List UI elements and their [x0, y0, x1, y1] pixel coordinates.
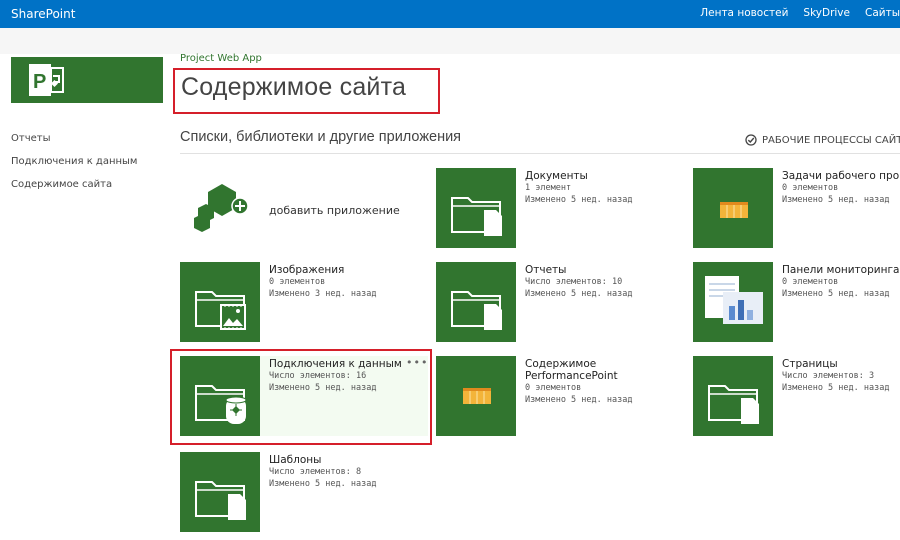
document-library-icon: [693, 356, 773, 436]
ribbon-bar: [0, 28, 900, 54]
nav-item-reports[interactable]: Отчеты: [11, 133, 137, 156]
tile-modified: Изменено 5 нед. назад: [525, 395, 633, 405]
sites-link[interactable]: Сайты: [865, 7, 900, 19]
tile-name: Изображения: [269, 264, 345, 276]
document-library-icon: [436, 262, 516, 342]
tile-name: Задачи рабочего процесса: [782, 170, 900, 182]
title-highlight-box: [173, 68, 440, 114]
data-connections-highlight-box: [170, 349, 432, 445]
suite-bar: SharePoint Лента новостей SkyDrive Сайты: [0, 0, 900, 28]
document-library-icon: [436, 168, 516, 248]
document-library-icon: [180, 452, 260, 532]
section-divider: [180, 153, 900, 154]
tile-performancepoint-content[interactable]: Содержимое PerformancePoint 0 элементов …: [436, 356, 676, 436]
tile-count: 0 элементов: [782, 277, 839, 287]
project-logo-icon: P: [29, 64, 64, 96]
tile-count: Число элементов: 8: [269, 467, 362, 477]
nav-item-data-connections[interactable]: Подключения к данным: [11, 156, 137, 179]
tile-count: 0 элементов: [269, 277, 326, 287]
tile-modified: Изменено 5 нед. назад: [782, 289, 890, 299]
tile-name: Отчеты: [525, 264, 567, 276]
tile-count: Число элементов: 10: [525, 277, 623, 287]
tile-modified: Изменено 5 нед. назад: [525, 195, 633, 205]
add-app-icon: [194, 184, 249, 232]
tile-templates[interactable]: Шаблоны Число элементов: 8 Изменено 5 не…: [180, 452, 420, 532]
add-app-tile[interactable]: добавить приложение: [180, 170, 420, 250]
quick-launch: Отчеты Подключения к данным Содержимое с…: [11, 133, 137, 202]
tile-count: 1 элемент: [525, 183, 572, 193]
tile-name: Документы: [525, 170, 588, 182]
tile-count: 0 элементов: [525, 383, 582, 393]
nav-item-site-contents[interactable]: Содержимое сайта: [11, 179, 137, 202]
tile-modified: Изменено 5 нед. назад: [782, 195, 890, 205]
sharepoint-brand[interactable]: SharePoint: [11, 7, 75, 21]
add-app-label: добавить приложение: [269, 204, 400, 217]
tile-name: Содержимое PerformancePoint: [525, 358, 618, 382]
newsfeed-link[interactable]: Лента новостей: [700, 7, 788, 19]
svg-text:P: P: [33, 71, 46, 93]
task-list-icon: [693, 168, 773, 248]
tile-reports[interactable]: Отчеты Число элементов: 10 Изменено 5 не…: [436, 262, 676, 342]
site-workflows-link[interactable]: РАБОЧИЕ ПРОЦЕССЫ САЙТА: [745, 134, 900, 146]
list-icon: [436, 356, 516, 436]
section-title: Списки, библиотеки и другие приложения: [180, 129, 462, 145]
site-logo[interactable]: P: [11, 57, 163, 103]
tile-modified: Изменено 5 нед. назад: [782, 383, 890, 393]
tile-modified: Изменено 5 нед. назад: [525, 289, 633, 299]
site-name-link[interactable]: Project Web App: [180, 53, 262, 64]
tile-count: 0 элементов: [782, 183, 839, 193]
tile-count: Число элементов: 3: [782, 371, 875, 381]
tile-dashboards[interactable]: Панели мониторинга 0 элементов Изменено …: [693, 262, 900, 342]
tile-documents[interactable]: Документы 1 элемент Изменено 5 нед. наза…: [436, 168, 676, 248]
suite-links: Лента новостей SkyDrive Сайты: [685, 7, 900, 19]
picture-library-icon: [180, 262, 260, 342]
tile-modified: Изменено 5 нед. назад: [269, 479, 377, 489]
skydrive-link[interactable]: SkyDrive: [803, 7, 850, 19]
tile-workflow-tasks[interactable]: Задачи рабочего процесса 0 элементов Изм…: [693, 168, 900, 248]
tile-pictures[interactable]: Изображения 0 элементов Изменено 3 нед. …: [180, 262, 420, 342]
tile-name: Страницы: [782, 358, 838, 370]
site-workflows-label: РАБОЧИЕ ПРОЦЕССЫ САЙТА: [762, 134, 900, 146]
tile-modified: Изменено 3 нед. назад: [269, 289, 377, 299]
dashboard-icon: [693, 262, 773, 342]
tile-name: Шаблоны: [269, 454, 322, 466]
tile-name: Панели мониторинга: [782, 264, 900, 276]
check-circle-icon: [745, 134, 757, 146]
tile-pages[interactable]: Страницы Число элементов: 3 Изменено 5 н…: [693, 356, 900, 436]
